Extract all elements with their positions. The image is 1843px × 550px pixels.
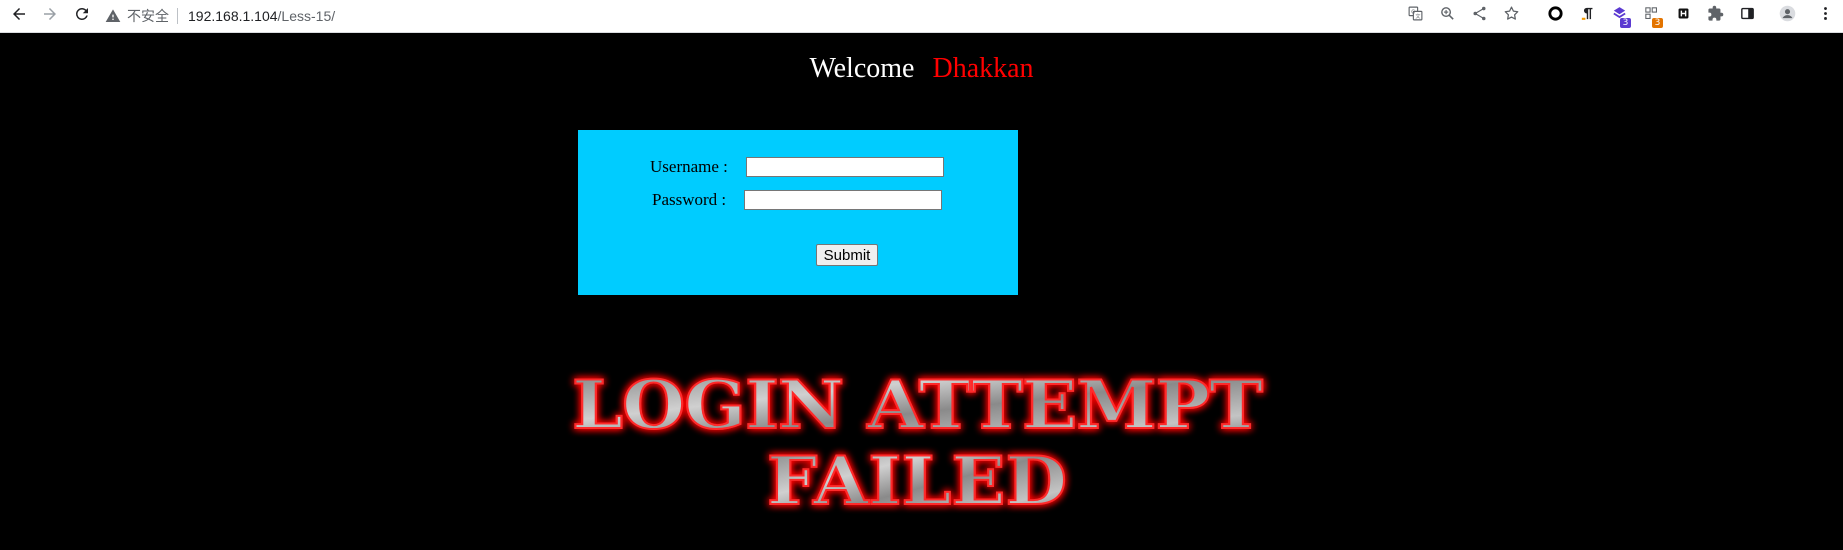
side-panel-icon [1739,5,1756,27]
reload-icon [73,5,91,28]
extension-paragraph-icon [1579,5,1596,27]
username-label: Username : [650,157,728,176]
page-content: Welcome Dhakkan Username : Password : Sub… [0,33,1843,550]
extension-circle-icon [1547,5,1564,27]
translate-button[interactable]: G文 [1403,4,1427,28]
zoom-button[interactable] [1435,4,1459,28]
username-display: Dhakkan [932,53,1034,84]
welcome-heading: Welcome Dhakkan [0,53,1843,85]
profile-avatar-icon [1779,5,1796,27]
arrow-left-icon [10,5,28,28]
extension-h-icon [1675,5,1692,27]
address-bar[interactable]: 不安全 192.168.1.104/Less-15/ [105,4,335,28]
extension-grid-button[interactable]: 3 [1639,4,1663,28]
login-failed-line2: FAILED [767,442,1067,518]
submit-button[interactable]: Submit [816,244,878,266]
extension-purple-button[interactable]: 3 [1607,4,1631,28]
browser-menu-button[interactable] [1813,4,1837,28]
reload-button[interactable] [70,4,94,28]
username-input[interactable] [746,157,944,177]
translate-icon: G文 [1407,5,1424,27]
bookmark-star-icon [1503,5,1520,27]
security-label[interactable]: 不安全 [127,6,169,26]
url-host: 192.168.1.104 [188,8,278,24]
extensions-puzzle-icon [1707,5,1724,27]
extensions-menu-button[interactable] [1703,4,1727,28]
zoom-icon [1439,5,1456,27]
back-button[interactable] [7,4,31,28]
svg-text:G: G [1411,10,1415,16]
arrow-right-icon [41,5,59,28]
url-path: /Less-15/ [277,8,336,24]
side-panel-button[interactable] [1735,4,1759,28]
extension-h-button[interactable] [1671,4,1695,28]
address-divider [177,8,178,24]
menu-kebab-icon [1817,5,1834,27]
login-failed-line1: LOGIN ATTEMPT [572,368,1263,444]
login-form: Username : Password : Submit [578,130,1018,295]
browser-toolbar: 不安全 192.168.1.104/Less-15/ G文 3 3 [0,0,1843,33]
password-label: Password : [652,190,727,209]
extension-circle-button[interactable] [1543,4,1567,28]
welcome-text: Welcome [809,53,915,84]
extension-grid-badge: 3 [1652,18,1663,28]
profile-button[interactable] [1775,4,1799,28]
share-icon [1471,5,1488,27]
extension-purple-badge: 3 [1620,18,1631,28]
login-failed-banner: LOGIN ATTEMPT FAILED [571,368,1265,518]
forward-button[interactable] [38,4,62,28]
bookmark-button[interactable] [1499,4,1523,28]
svg-text:文: 文 [1415,13,1420,20]
extension-paragraph-button[interactable] [1575,4,1599,28]
warning-triangle-icon [105,8,121,24]
password-input[interactable] [744,190,942,210]
share-button[interactable] [1467,4,1491,28]
